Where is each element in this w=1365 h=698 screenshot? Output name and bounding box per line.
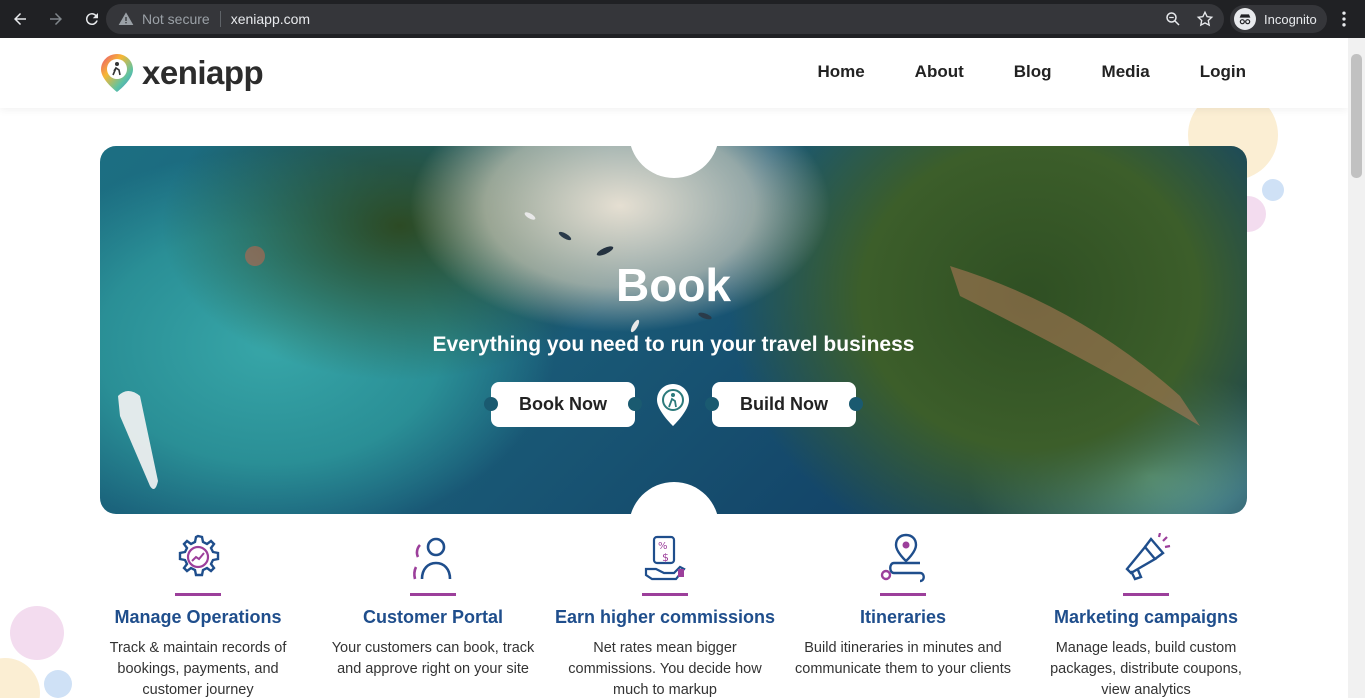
feature-card-marketing: Marketing campaigns Manage leads, build … [1028,533,1264,698]
features-section: Manage Operations Track & maintain recor… [80,533,1270,698]
feature-description: Manage leads, build custom packages, dis… [1050,640,1242,698]
gear-chart-icon [178,534,220,577]
nav-about[interactable]: About [915,62,964,82]
bookmark-star-icon[interactable] [1196,10,1214,28]
site-header: xeniapp Home About Blog Media Login [0,38,1348,108]
book-now-button[interactable]: Book Now [484,382,642,427]
decor-circle [1262,179,1284,201]
scrollbar-thumb[interactable] [1351,54,1362,178]
feature-divider [1123,593,1169,596]
nav-media[interactable]: Media [1102,62,1150,82]
svg-text:$: $ [662,551,669,564]
url-text[interactable]: xeniapp.com [231,11,310,27]
feature-title: Earn higher commissions [554,607,776,627]
web-page: xeniapp Home About Blog Media Login Book… [0,38,1348,698]
arrow-left-icon [14,13,26,25]
hero-subtitle: Everything you need to run your travel b… [432,333,915,356]
feature-divider [642,593,688,596]
nav-home[interactable]: Home [817,62,864,82]
feature-title: Marketing campaigns [1053,607,1239,627]
nav-blog[interactable]: Blog [1014,62,1052,82]
reload-button[interactable] [76,3,108,35]
site-logo[interactable]: xeniapp [100,53,264,93]
feature-description: Build itineraries in minutes and communi… [795,640,1011,677]
xeniapp-pin-logo-icon [101,54,133,92]
feature-divider [880,593,926,596]
route-pin-icon [880,533,925,583]
feature-description: Net rates mean bigger commissions. You d… [568,640,762,698]
decor-circle [10,606,64,660]
commission-icon: % $ [644,535,686,581]
arrow-right-icon [50,13,62,25]
feature-title: Manage Operations [114,607,282,627]
feature-description: Track & maintain records of bookings, pa… [109,640,287,698]
megaphone-icon [1125,533,1171,581]
decor-circle [0,658,40,698]
decor-circle [44,670,72,698]
build-now-button[interactable]: Build Now [705,382,863,427]
nav-login[interactable]: Login [1200,62,1246,82]
address-bar[interactable]: Not secure xeniapp.com [106,4,1224,34]
feature-divider [175,593,221,596]
forward-button[interactable] [40,3,72,35]
more-menu-icon[interactable] [1334,9,1354,29]
feature-title: Itineraries [859,607,947,627]
feature-card-commissions: % $ Earn higher commissions Net rates me… [547,533,783,698]
main-nav: Home About Blog Media Login [817,62,1246,82]
back-button[interactable] [4,3,36,35]
traveler-pin-icon [657,384,689,426]
user-icon [413,537,452,580]
warning-icon [118,12,134,25]
hero-title: Book [616,259,731,311]
feature-description: Your customers can book, track and appro… [331,640,535,677]
reload-icon [85,13,98,26]
hero-aerial-image [118,212,1200,490]
divider [219,11,221,27]
page-scrollbar[interactable] [1348,38,1365,698]
feature-card-operations: Manage Operations Track & maintain recor… [80,533,316,698]
feature-card-itineraries: Itineraries Build itineraries in minutes… [785,533,1021,680]
zoom-icon[interactable] [1164,10,1182,28]
browser-toolbar: Not secure xeniapp.com Incognito [0,0,1365,38]
hero-banner: Book Everything you need to run your tra… [100,146,1247,514]
incognito-icon [1234,8,1256,30]
logo-wordmark: xeniapp [142,54,264,91]
feature-card-customer-portal: Customer Portal Your customers can book,… [315,533,551,680]
feature-divider [410,593,456,596]
incognito-indicator[interactable]: Incognito [1230,5,1327,33]
security-status[interactable]: Not secure [142,11,210,27]
incognito-label: Incognito [1264,11,1317,27]
feature-title: Customer Portal [362,607,504,627]
